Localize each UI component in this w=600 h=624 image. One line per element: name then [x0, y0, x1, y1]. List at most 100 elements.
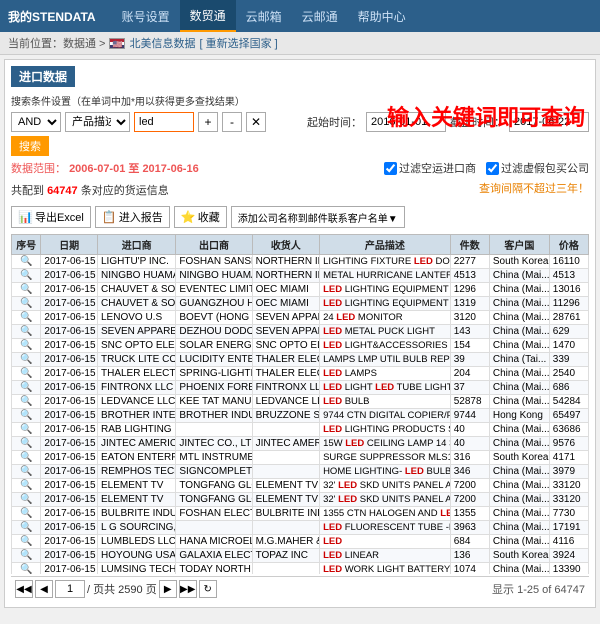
cell-19-3[interactable] — [176, 521, 252, 535]
cell-14-3[interactable]: MTL INSTRUMEN... — [176, 451, 252, 465]
cell-13-1[interactable]: 2017-06-15 — [41, 437, 98, 451]
row-search-icon[interactable]: 🔍 — [20, 312, 32, 323]
cell-14-7[interactable]: South Korea — [489, 451, 549, 465]
cell-7-7[interactable]: China (Tai... — [489, 353, 549, 367]
cell-7-1[interactable]: 2017-06-15 — [41, 353, 98, 367]
cell-2-5[interactable]: LED LIGHTING EQUIPMENT H.S.CO DE:9405409… — [320, 283, 451, 297]
row-search-icon[interactable]: 🔍 — [20, 340, 32, 351]
cell-19-5[interactable]: LED FLUORESCENT TUBE -FAX:86 -574-8884-5… — [320, 521, 451, 535]
cell-15-8[interactable]: 3979 — [549, 465, 588, 479]
cell-2-4[interactable]: OEC MIAMI — [252, 283, 319, 297]
cell-2-2[interactable]: CHAUVET & SON... — [98, 283, 176, 297]
cell-21-3[interactable]: GALAXIA ELECTR... — [176, 549, 252, 563]
nav-cloud[interactable]: 云邮通 — [292, 0, 348, 32]
cell-0-2[interactable]: LIGHTU'P INC. — [98, 255, 176, 269]
cell-6-8[interactable]: 1470 — [549, 339, 588, 353]
search-button[interactable]: 搜索 — [11, 136, 49, 156]
cell-3-6[interactable]: 1319 — [450, 297, 489, 311]
breadcrumb-action[interactable]: [ 重新选择国家 ] — [199, 35, 277, 51]
cell-22-1[interactable]: 2017-06-15 — [41, 563, 98, 575]
cell-3-8[interactable]: 11296 — [549, 297, 588, 311]
cell-11-3[interactable]: BROTHER INDUS... — [176, 409, 252, 423]
table-row[interactable]: 🔍2017-06-15SEVEN APPARELDEZHOU DODO ...S… — [12, 325, 589, 339]
cell-21-1[interactable]: 2017-06-15 — [41, 549, 98, 563]
cell-15-6[interactable]: 346 — [450, 465, 489, 479]
cell-5-4[interactable]: SEVEN APPAREL — [252, 325, 319, 339]
cell-11-4[interactable]: BRUZZONE SHIP... — [252, 409, 319, 423]
cell-22-2[interactable]: LUMSING TECHN... — [98, 563, 176, 575]
cell-12-1[interactable]: 2017-06-15 — [41, 423, 98, 437]
cell-16-1[interactable]: 2017-06-15 — [41, 479, 98, 493]
cell-1-2[interactable]: NINGBO HUAMA... — [98, 269, 176, 283]
cell-16-3[interactable]: TONGFANG GLO... — [176, 479, 252, 493]
cell-8-7[interactable]: China (Mai... — [489, 367, 549, 381]
cell-12-2[interactable]: RAB LIGHTING INC — [98, 423, 176, 437]
row-search-icon[interactable]: 🔍 — [20, 550, 32, 561]
cell-18-7[interactable]: China (Mai... — [489, 507, 549, 521]
row-search-icon[interactable]: 🔍 — [20, 424, 32, 435]
cell-15-1[interactable]: 2017-06-15 — [41, 465, 98, 479]
cell-8-6[interactable]: 204 — [450, 367, 489, 381]
cell-19-8[interactable]: 17191 — [549, 521, 588, 535]
cell-9-7[interactable]: China (Mai... — [489, 381, 549, 395]
cell-15-3[interactable]: SIGNCOMPLETE LTD — [176, 465, 252, 479]
table-row[interactable]: 🔍2017-06-15LUMBLEDS LLCHANA MICROELE...M… — [12, 535, 589, 549]
cell-21-7[interactable]: South Korea — [489, 549, 549, 563]
cell-18-5[interactable]: 1355 CTN HALOGEN AND LED LAMPS_ AS PER P… — [320, 507, 451, 521]
cell-1-8[interactable]: 4513 — [549, 269, 588, 283]
row-search-icon[interactable]: 🔍 — [20, 452, 32, 463]
nav-datamao[interactable]: 数贸通 — [180, 0, 236, 32]
cell-18-6[interactable]: 1355 — [450, 507, 489, 521]
table-row[interactable]: 🔍2017-06-15CHAUVET & SON...GUANGZHOU HUA… — [12, 297, 589, 311]
page-last-btn[interactable]: ▶▶ — [179, 580, 197, 598]
cell-4-5[interactable]: 24 LED MONITOR — [320, 311, 451, 325]
cell-7-3[interactable]: LUCIDITY ENTER... — [176, 353, 252, 367]
row-search-icon[interactable]: 🔍 — [20, 410, 32, 421]
cell-14-5[interactable]: SURGE SUPPRESSOR MLS1ON-347V-S LED HIGH.… — [320, 451, 451, 465]
clear-filter-btn[interactable]: ✕ — [246, 112, 266, 132]
cell-13-5[interactable]: 15W LED CEILING LAMP 14 3000K — [320, 437, 451, 451]
cell-14-4[interactable] — [252, 451, 319, 465]
cell-12-4[interactable] — [252, 423, 319, 437]
cell-2-7[interactable]: China (Mai... — [489, 283, 549, 297]
cell-22-4[interactable] — [252, 563, 319, 575]
cell-17-8[interactable]: 33120 — [549, 493, 588, 507]
table-row[interactable]: 🔍2017-06-15LEDVANCE LLCKEE TAT MANUF...L… — [12, 395, 589, 409]
cell-10-6[interactable]: 52878 — [450, 395, 489, 409]
table-row[interactable]: 🔍2017-06-15BROTHER INTERN...BROTHER INDU… — [12, 409, 589, 423]
cell-14-8[interactable]: 4171 — [549, 451, 588, 465]
cell-6-4[interactable]: SNC OPTO ELEC... — [252, 339, 319, 353]
cell-15-2[interactable]: REMPHOS TECH... — [98, 465, 176, 479]
cell-16-8[interactable]: 33120 — [549, 479, 588, 493]
cell-12-6[interactable]: 40 — [450, 423, 489, 437]
cell-17-2[interactable]: ELEMENT TV — [98, 493, 176, 507]
cell-9-2[interactable]: FINTRONX LLC — [98, 381, 176, 395]
cell-12-7[interactable]: China (Mai... — [489, 423, 549, 437]
cell-22-7[interactable]: China (Mai... — [489, 563, 549, 575]
cell-0-3[interactable]: FOSHAN SANSH... — [176, 255, 252, 269]
cell-7-8[interactable]: 339 — [549, 353, 588, 367]
cell-9-1[interactable]: 2017-06-15 — [41, 381, 98, 395]
cell-13-7[interactable]: China (Mai... — [489, 437, 549, 451]
cell-16-2[interactable]: ELEMENT TV — [98, 479, 176, 493]
add-filter-btn[interactable]: + — [198, 112, 218, 132]
cell-9-4[interactable]: FINTRONX LLC — [252, 381, 319, 395]
cell-13-4[interactable]: JINTEC AMERICA... — [252, 437, 319, 451]
cell-14-6[interactable]: 316 — [450, 451, 489, 465]
cell-9-8[interactable]: 686 — [549, 381, 588, 395]
cell-18-1[interactable]: 2017-06-15 — [41, 507, 98, 521]
cell-8-2[interactable]: THALER ELECTRIC — [98, 367, 176, 381]
cell-4-6[interactable]: 3120 — [450, 311, 489, 325]
row-search-icon[interactable]: 🔍 — [20, 564, 32, 574]
cell-7-4[interactable]: THALER ELECTRIC — [252, 353, 319, 367]
cell-15-7[interactable]: China (Mai... — [489, 465, 549, 479]
cell-10-5[interactable]: LED BULB — [320, 395, 451, 409]
cell-9-6[interactable]: 37 — [450, 381, 489, 395]
cell-21-2[interactable]: HOYOUNG USA I... — [98, 549, 176, 563]
cell-1-7[interactable]: China (Mai... — [489, 269, 549, 283]
cell-19-4[interactable] — [252, 521, 319, 535]
cell-12-8[interactable]: 63686 — [549, 423, 588, 437]
cell-5-5[interactable]: LED METAL PUCK LIGHT — [320, 325, 451, 339]
cell-4-2[interactable]: LENOVO U.S — [98, 311, 176, 325]
cell-13-2[interactable]: JINTEC AMERICA... — [98, 437, 176, 451]
